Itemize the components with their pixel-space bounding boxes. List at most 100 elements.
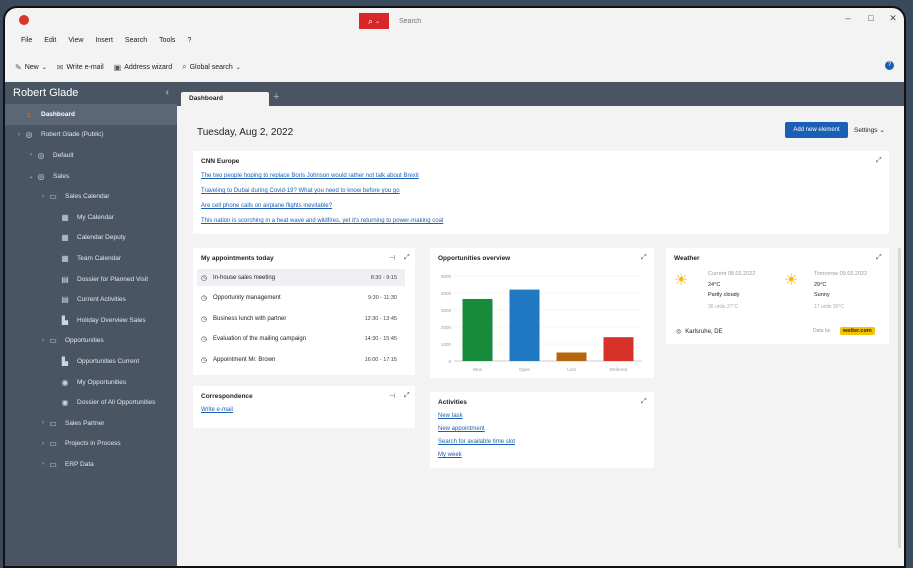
card-title: CNN Europe [201,158,240,165]
expand-chevron-icon[interactable]: › [27,152,35,158]
sidebar-item[interactable]: ▙ Opportunities Current [5,351,177,372]
folder-icon: ◎ [37,150,45,160]
menu-search[interactable]: Search [119,34,153,48]
sidebar-item[interactable]: › ◎ Default [5,145,177,166]
appointment-row[interactable]: ◷ Appointment Mr. Brown 16:00 - 17:15 [197,351,405,368]
app-logo-icon [19,15,29,25]
expand-icon[interactable]: ⤢ [404,392,410,400]
news-link[interactable]: The two people hoping to replace Boris J… [201,173,419,179]
activity-link[interactable]: Search for available time slot [438,439,515,445]
write-email-button[interactable]: ✉ Write e-mail [57,63,104,72]
sidebar-item-label: Holiday Overview Sales [77,316,146,324]
sidebar-item[interactable]: › ▭ Sales Calendar [5,186,177,207]
sidebar-item-label: Team Calendar [77,254,122,262]
expand-chevron-icon[interactable]: › [39,420,47,426]
sidebar-item-label: Opportunities Current [77,357,140,365]
sidebar-item[interactable]: › ◎ Robert Glade (Public) [5,125,177,146]
add-tab-icon[interactable]: + [273,91,279,103]
collapse-sidebar-icon[interactable]: ‹ [166,87,169,98]
menu-insert[interactable]: Insert [89,34,119,48]
bar-won[interactable] [462,298,493,361]
folder-icon: ◉ [61,398,69,408]
activities-card: Activities ⤢ New task New appointment Se… [430,392,654,468]
appointment-row[interactable]: ◷ Opportunity management 9:30 - 11:30 [197,290,405,307]
close-button[interactable]: ✕ [886,13,900,24]
news-link[interactable]: This nation is scorching in a heat wave … [201,218,443,224]
x-tick-label: Lost [567,367,576,372]
maximize-button[interactable]: □ [864,13,878,23]
folder-icon: ▭ [49,459,57,469]
pin-icon[interactable]: ⊣ [389,392,395,400]
clock-icon: ◷ [200,274,208,282]
sidebar-header: Robert Glade ‹ [5,82,177,104]
sidebar-item[interactable]: › ▭ Projects in Process [5,434,177,455]
sidebar-item[interactable]: › ▭ ERP Data [5,454,177,475]
activity-link[interactable]: New appointment [438,426,485,432]
card-title: Correspondence [201,393,253,400]
expand-icon[interactable]: ⤢ [404,254,410,262]
pin-icon[interactable]: ⊣ [389,254,395,262]
wetter-com-logo[interactable]: wetter.com [840,327,875,335]
address-wizard-button[interactable]: ▣ Address wizard [114,63,172,72]
card-title: Activities [438,399,467,406]
sidebar-item[interactable]: ◉ My Opportunities [5,372,177,393]
news-link[interactable]: Traveling to Dubai during Covid-19? What… [201,188,400,194]
sidebar-item[interactable]: ▤ Dossier for Planned Visit [5,269,177,290]
weather-card: Weather ⤢ ☀ Current 08.02.2022 24°C Part… [666,248,889,344]
folder-icon: ▤ [61,295,69,305]
news-link[interactable]: Are cell phone calls on airplane flights… [201,203,332,209]
sidebar-item[interactable]: ▙ Holiday Overview Sales [5,310,177,331]
activity-link[interactable]: New task [438,413,463,419]
sidebar-item[interactable]: ⌄ ◎ Sales [5,166,177,187]
menu-edit[interactable]: Edit [38,34,62,48]
menu-help[interactable]: ? [181,34,197,48]
cnn-europe-card: CNN Europe ⤢ The two people hoping to re… [193,151,889,234]
sidebar-item[interactable]: ▤ Current Activities [5,289,177,310]
sidebar-item[interactable]: › ▭ Sales Partner [5,413,177,434]
folder-icon: ▭ [49,439,57,449]
clock-icon: ◷ [200,356,208,364]
expand-icon[interactable]: ⤢ [641,398,647,406]
bar-lost[interactable] [556,352,587,362]
main-scrollbar[interactable] [898,248,901,548]
search-button[interactable]: ⌕ ⌄ [359,13,389,29]
minimize-button[interactable]: – [841,13,855,23]
appointment-row[interactable]: ◷ Business lunch with partner 12:30 - 13:4… [197,310,405,327]
expand-chevron-icon[interactable]: › [39,338,47,344]
expand-icon[interactable]: ⤢ [876,254,882,262]
expand-chevron-icon[interactable]: › [39,194,47,200]
settings-button[interactable]: Settings ⌄ [854,126,885,134]
bar-deferred[interactable] [603,337,634,361]
appointment-time: 12:30 - 13:45 [364,315,397,322]
activity-link[interactable]: My week [438,452,462,458]
folder-icon: ▦ [61,233,69,243]
appointment-row[interactable]: ◷ Evaluation of the mailing campaign 14:30… [197,331,405,348]
sidebar-item[interactable]: › ▭ Opportunities [5,331,177,352]
write-email-link[interactable]: Write e-mail [201,407,233,413]
expand-chevron-icon[interactable]: › [15,132,23,138]
weather-date: Current 08.02.2022 [708,271,756,277]
appointment-row[interactable]: ◷ In-house sales meeting 8:30 - 9:15 [197,269,405,286]
expand-chevron-icon[interactable]: ⌄ [27,173,35,180]
sidebar-item[interactable]: ◉ Dossier of All Opportunities [5,392,177,413]
bar-open[interactable] [509,289,540,361]
y-tick-label: 3000 [441,308,452,313]
menu-view[interactable]: View [62,34,89,48]
menu-tools[interactable]: Tools [153,34,181,48]
expand-chevron-icon[interactable]: › [39,461,47,467]
sidebar-item[interactable]: ▦ Team Calendar [5,248,177,269]
new-button[interactable]: ✎ New ⌄ [15,63,47,72]
help-icon[interactable]: ? [885,61,894,70]
sidebar-item[interactable]: ▦ My Calendar [5,207,177,228]
expand-chevron-icon[interactable]: › [39,441,47,447]
tab-dashboard[interactable]: Dashboard [181,92,269,106]
sidebar-item[interactable]: ▦ Calendar Deputy [5,228,177,249]
add-new-element-button[interactable]: Add new element [785,122,848,138]
expand-icon[interactable]: ⤢ [876,157,882,165]
menu-file[interactable]: File [15,34,38,48]
global-search-button[interactable]: ⌕ Global search ⌄ [182,62,241,72]
x-tick-label: Won [473,367,483,372]
envelope-icon: ✉ [56,62,64,72]
search-input[interactable] [389,13,859,29]
sidebar-item[interactable]: ⌂ Dashboard [5,104,177,125]
